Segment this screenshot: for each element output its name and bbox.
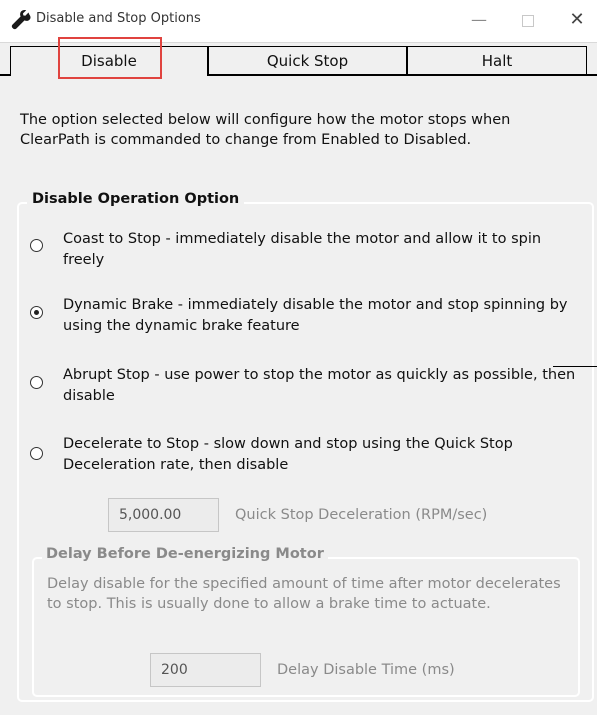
tab-halt[interactable]: Halt xyxy=(407,46,587,74)
maximize-button[interactable] xyxy=(508,6,548,34)
delay-group-title: Delay Before De-energizing Motor xyxy=(42,546,328,562)
minimize-button[interactable]: — xyxy=(459,6,499,34)
connector-line xyxy=(553,366,597,367)
tab-quick-stop[interactable]: Quick Stop xyxy=(208,46,407,74)
radio-decelerate-to-stop[interactable] xyxy=(30,447,43,460)
selected-tab-highlight xyxy=(58,37,162,79)
disable-operation-title: Disable Operation Option xyxy=(27,191,245,207)
option-label: Dynamic Brake - immediately disable the … xyxy=(63,297,568,334)
delay-time-label: Delay Disable Time (ms) xyxy=(277,662,455,678)
intro-text: The option selected below will configure… xyxy=(20,112,511,148)
radio-coast-to-stop[interactable] xyxy=(30,239,43,252)
window-title: Disable and Stop Options xyxy=(36,11,201,26)
option-label: Abrupt Stop - use power to stop the moto… xyxy=(63,367,576,404)
close-button[interactable]: ✕ xyxy=(557,6,597,34)
delay-time-field[interactable]: 200 xyxy=(150,653,261,687)
wrench-icon xyxy=(11,10,31,30)
delay-description: Delay disable for the specified amount o… xyxy=(47,576,561,612)
radio-abrupt-stop[interactable] xyxy=(30,376,43,389)
option-label: Decelerate to Stop - slow down and stop … xyxy=(63,436,513,473)
disable-stop-options-window: Disable and Stop Options — ✕ Disable Qui… xyxy=(0,0,597,715)
radio-selected-dot xyxy=(34,310,39,315)
quick-stop-decel-label: Quick Stop Deceleration (RPM/sec) xyxy=(235,507,488,523)
option-label: Coast to Stop - immediately disable the … xyxy=(63,231,542,268)
quick-stop-decel-field[interactable]: 5,000.00 xyxy=(108,498,219,532)
radio-dynamic-brake[interactable] xyxy=(30,306,43,319)
maximize-icon xyxy=(522,14,534,27)
